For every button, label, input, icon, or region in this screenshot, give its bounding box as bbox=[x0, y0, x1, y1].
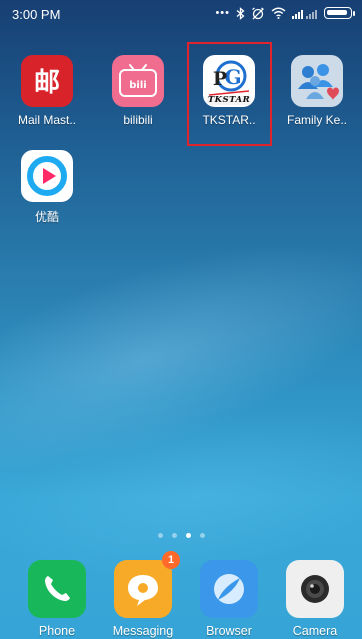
app-bilibili[interactable]: bili bilibili bbox=[96, 55, 180, 127]
bilibili-icon: bili bbox=[112, 55, 164, 107]
status-time: 3:00 PM bbox=[12, 7, 61, 22]
app-label: bilibili bbox=[123, 113, 153, 127]
battery-icon bbox=[324, 6, 355, 20]
selection-highlight bbox=[187, 42, 272, 146]
status-icons: ••• bbox=[215, 6, 355, 20]
dock-label: Phone bbox=[38, 624, 76, 638]
dock-label: Messaging bbox=[112, 624, 174, 638]
app-youku[interactable]: 优酷 bbox=[5, 150, 89, 225]
dock-label: Browser bbox=[206, 624, 252, 638]
youku-icon bbox=[21, 150, 73, 202]
dock-phone[interactable]: Phone bbox=[15, 560, 99, 638]
bluetooth-icon bbox=[236, 6, 245, 20]
camera-icon bbox=[286, 560, 344, 618]
svg-text:bili: bili bbox=[129, 80, 146, 91]
more-dots-icon: ••• bbox=[215, 7, 230, 19]
dock-label: Camera bbox=[292, 624, 338, 638]
family-keeper-icon bbox=[291, 55, 343, 107]
app-label: Mail Mast.. bbox=[17, 113, 76, 127]
dock-messaging[interactable]: 1 Messaging bbox=[101, 551, 185, 638]
phone-icon bbox=[28, 560, 86, 618]
page-dot[interactable] bbox=[199, 533, 205, 538]
mail-master-icon: 邮 bbox=[21, 55, 73, 107]
dock-camera[interactable]: Camera bbox=[273, 560, 357, 638]
status-bar: 3:00 PM ••• bbox=[0, 0, 362, 28]
dock-browser[interactable]: Browser bbox=[187, 560, 271, 638]
app-label: 优酷 bbox=[34, 210, 59, 224]
svg-text:邮: 邮 bbox=[34, 68, 60, 98]
notification-badge: 1 bbox=[162, 551, 180, 569]
page-indicator bbox=[0, 533, 362, 538]
alarm-off-icon bbox=[251, 6, 265, 20]
page-dot[interactable] bbox=[157, 533, 163, 538]
page-dot-active[interactable] bbox=[185, 533, 191, 538]
wifi-icon bbox=[271, 6, 286, 20]
message-icon: 1 bbox=[114, 551, 180, 618]
signal-icon bbox=[292, 6, 318, 20]
app-mail-master[interactable]: 邮 Mail Mast.. bbox=[5, 55, 89, 127]
page-dot[interactable] bbox=[171, 533, 177, 538]
app-label: Family Ke.. bbox=[286, 113, 347, 127]
browser-icon bbox=[200, 560, 258, 618]
app-family-keeper[interactable]: Family Ke.. bbox=[275, 55, 359, 127]
